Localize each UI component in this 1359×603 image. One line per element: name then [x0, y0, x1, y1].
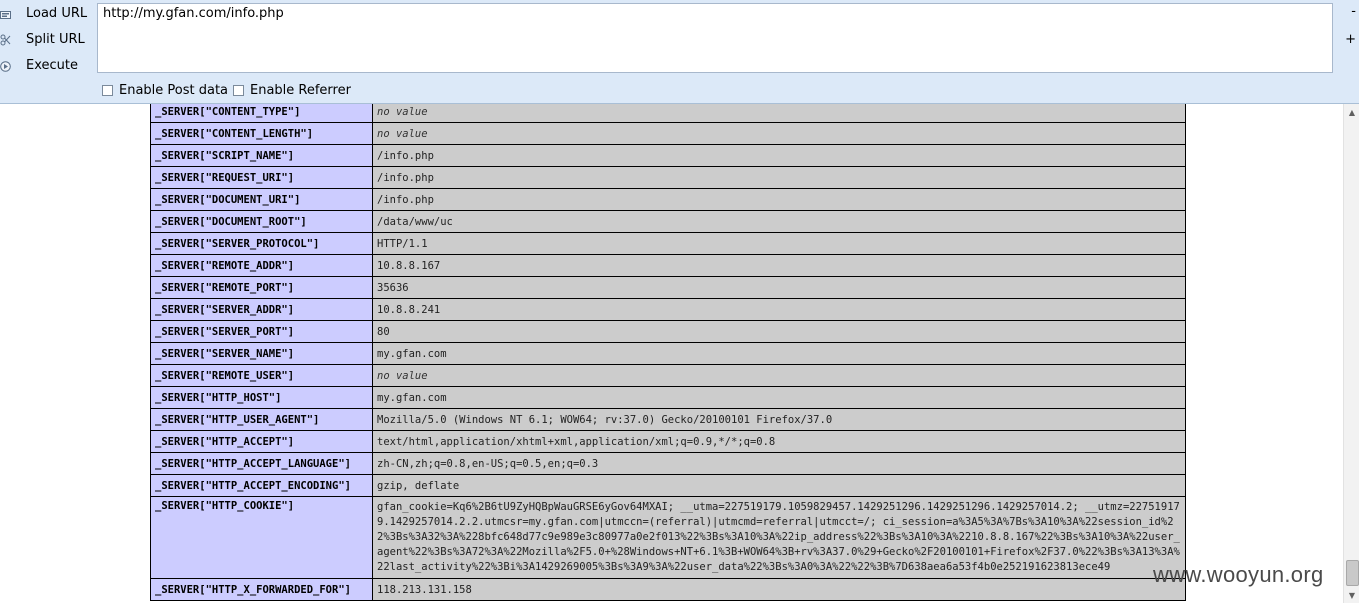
row-key: _SERVER["DOCUMENT_URI"]: [150, 188, 373, 211]
enable-post-data-option[interactable]: Enable Post data: [102, 83, 228, 98]
row-key: _SERVER["HTTP_USER_AGENT"]: [150, 408, 373, 431]
no-value-text: no value: [377, 127, 428, 140]
enable-referrer-option[interactable]: Enable Referrer: [233, 83, 351, 98]
table-row: _SERVER["SCRIPT_NAME"]/info.php: [150, 144, 1186, 167]
row-value: 10.8.8.241: [372, 298, 1186, 321]
url-input-value: http://my.gfan.com/info.php: [103, 6, 284, 21]
row-value: /data/www/uc: [372, 210, 1186, 233]
row-value: no value: [372, 364, 1186, 387]
row-value: no value: [372, 104, 1186, 123]
row-value: 35636: [372, 276, 1186, 299]
row-key: _SERVER["HTTP_HOST"]: [150, 386, 373, 409]
split-url-icon: [0, 34, 11, 46]
table-row: _SERVER["REQUEST_URI"]/info.php: [150, 166, 1186, 189]
table-row: _SERVER["HTTP_USER_AGENT"] Mozilla/5.0 (W…: [150, 408, 1186, 431]
row-value: 10.8.8.167: [372, 254, 1186, 277]
table-row: _SERVER["HTTP_X_FORWARDED_FOR"] 118.213.1…: [150, 578, 1186, 601]
row-key: _SERVER["SERVER_PORT"]: [150, 320, 373, 343]
row-key: _SERVER["HTTP_X_FORWARDED_FOR"]: [150, 578, 373, 601]
row-value: 118.213.131.158: [372, 578, 1186, 601]
table-row: _SERVER["SERVER_PORT"] 80: [150, 320, 1186, 343]
load-url-icon: [0, 8, 11, 20]
table-row: _SERVER["REMOTE_USER"] no value: [150, 364, 1186, 387]
phpinfo-table: _SERVER["CONTENT_TYPE"] no value _SERVER["…: [150, 104, 1186, 601]
enable-referrer-label: Enable Referrer: [250, 83, 351, 98]
row-key: _SERVER["SERVER_ADDR"]: [150, 298, 373, 321]
execute-label: Execute: [26, 58, 78, 73]
execute-icon: [0, 60, 11, 72]
table-row: _SERVER["SERVER_PROTOCOL"] HTTP/1.1: [150, 232, 1186, 255]
row-key: _SERVER["HTTP_ACCEPT_ENCODING"]: [150, 474, 373, 497]
scrollbar-thumb[interactable]: [1346, 560, 1359, 586]
execute-button[interactable]: Execute: [0, 55, 95, 77]
row-value: /info.php: [372, 188, 1186, 211]
page-content: _SERVER["CONTENT_TYPE"] no value _SERVER["…: [0, 104, 1343, 603]
phpinfo-rows: _SERVER["CONTENT_TYPE"] no value _SERVER["…: [150, 104, 1186, 601]
url-input[interactable]: http://my.gfan.com/info.php: [97, 3, 1333, 73]
row-value: zh-CN,zh;q=0.8,en-US;q=0.5,en;q=0.3: [372, 452, 1186, 475]
row-key: _SERVER["CONTENT_TYPE"]: [150, 104, 373, 123]
row-key: _SERVER["HTTP_ACCEPT_LANGUAGE"]: [150, 452, 373, 475]
vertical-scrollbar[interactable]: ▲ ▼: [1343, 104, 1359, 603]
row-value: /info.php: [372, 144, 1186, 167]
row-key: _SERVER["HTTP_ACCEPT"]: [150, 430, 373, 453]
table-row: _SERVER["CONTENT_TYPE"] no value: [150, 104, 1186, 123]
table-row: _SERVER["DOCUMENT_URI"]/info.php: [150, 188, 1186, 211]
row-value: /info.php: [372, 166, 1186, 189]
no-value-text: no value: [377, 105, 428, 118]
enable-post-data-checkbox[interactable]: [102, 85, 113, 96]
table-row: _SERVER["REMOTE_ADDR"] 10.8.8.167: [150, 254, 1186, 277]
table-row: _SERVER["DOCUMENT_ROOT"]/data/www/uc: [150, 210, 1186, 233]
scroll-up-arrow-icon[interactable]: ▲: [1344, 105, 1359, 119]
row-value: gfan_cookie=Kq6%2B6tU9ZyHQBpWauGRSE6yGov…: [372, 496, 1186, 579]
load-url-label: Load URL: [26, 6, 88, 21]
table-row: _SERVER["HTTP_COOKIE"] gfan_cookie=Kq6%2B…: [150, 496, 1186, 579]
table-row: _SERVER["HTTP_ACCEPT"] text/html,applicat…: [150, 430, 1186, 453]
table-row: _SERVER["HTTP_HOST"] my.gfan.com: [150, 386, 1186, 409]
row-value: Mozilla/5.0 (Windows NT 6.1; WOW64; rv:3…: [372, 408, 1186, 431]
load-url-button[interactable]: Load URL: [0, 3, 95, 25]
row-value: HTTP/1.1: [372, 232, 1186, 255]
hackbar-toolbar: Load URL Split URL Execute http://my.gfa…: [0, 0, 1359, 104]
row-key: _SERVER["REMOTE_ADDR"]: [150, 254, 373, 277]
increase-button[interactable]: +: [1345, 32, 1356, 47]
watermark: www.wooyun.org: [1153, 562, 1324, 587]
enable-referrer-checkbox[interactable]: [233, 85, 244, 96]
table-row: _SERVER["SERVER_NAME"] my.gfan.com: [150, 342, 1186, 365]
row-key: _SERVER["SERVER_NAME"]: [150, 342, 373, 365]
row-key: _SERVER["REMOTE_USER"]: [150, 364, 373, 387]
row-value: my.gfan.com: [372, 342, 1186, 365]
row-key: _SERVER["REMOTE_PORT"]: [150, 276, 373, 299]
row-key: _SERVER["SCRIPT_NAME"]: [150, 144, 373, 167]
table-row: _SERVER["REMOTE_PORT"] 35636: [150, 276, 1186, 299]
row-value: no value: [372, 122, 1186, 145]
split-url-label: Split URL: [26, 32, 85, 47]
row-key: _SERVER["REQUEST_URI"]: [150, 166, 373, 189]
decrease-button[interactable]: -: [1351, 4, 1356, 19]
row-value: 80: [372, 320, 1186, 343]
row-key: _SERVER["CONTENT_LENGTH"]: [150, 122, 373, 145]
row-key: _SERVER["DOCUMENT_ROOT"]: [150, 210, 373, 233]
table-row: _SERVER["HTTP_ACCEPT_ENCODING"] gzip, def…: [150, 474, 1186, 497]
enable-post-data-label: Enable Post data: [119, 83, 229, 98]
no-value-text: no value: [377, 369, 428, 382]
split-url-button[interactable]: Split URL: [0, 29, 95, 51]
row-value: gzip, deflate: [372, 474, 1186, 497]
table-row: _SERVER["CONTENT_LENGTH"] no value: [150, 122, 1186, 145]
row-value: text/html,application/xhtml+xml,applicat…: [372, 430, 1186, 453]
row-key: _SERVER["SERVER_PROTOCOL"]: [150, 232, 373, 255]
row-key: _SERVER["HTTP_COOKIE"]: [150, 496, 373, 579]
scroll-down-arrow-icon[interactable]: ▼: [1344, 588, 1359, 602]
table-row: _SERVER["HTTP_ACCEPT_LANGUAGE"] zh-CN,zh;…: [150, 452, 1186, 475]
table-row: _SERVER["SERVER_ADDR"] 10.8.8.241: [150, 298, 1186, 321]
row-value: my.gfan.com: [372, 386, 1186, 409]
